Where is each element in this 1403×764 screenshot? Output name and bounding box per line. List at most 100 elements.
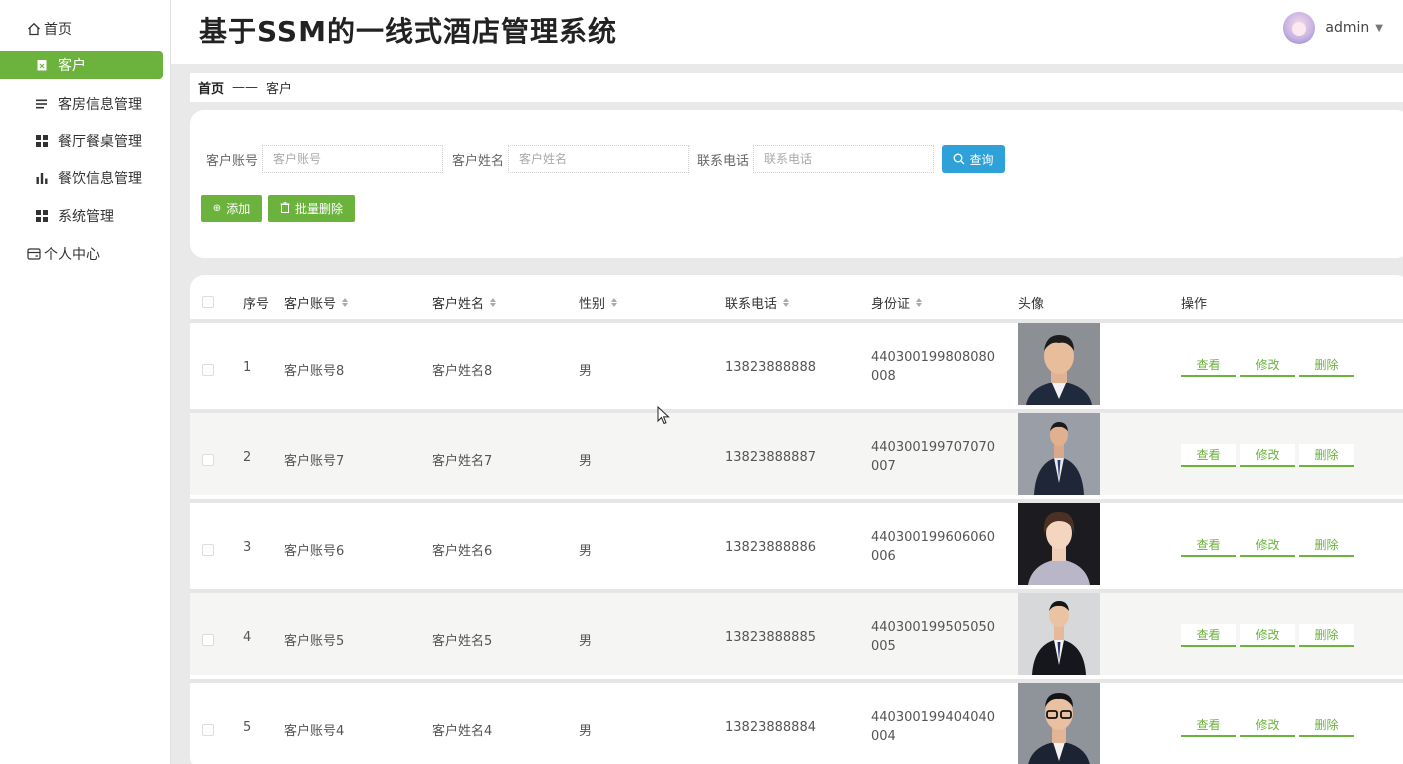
row-index: 2	[243, 450, 252, 465]
view-button[interactable]: 查看	[1181, 714, 1236, 737]
sort-icon	[783, 298, 790, 307]
view-button[interactable]: 查看	[1181, 444, 1236, 467]
phone-input[interactable]	[753, 145, 935, 173]
row-name: 客户姓名7	[432, 454, 493, 469]
row-checkbox[interactable]	[202, 454, 214, 466]
view-button[interactable]: 查看	[1181, 624, 1236, 647]
row-account: 客户账号5	[284, 634, 345, 649]
user-name: admin	[1325, 20, 1370, 36]
breadcrumb-current: 客户	[266, 82, 293, 97]
row-phone: 13823888886	[725, 540, 816, 555]
name-label: 客户姓名	[452, 153, 505, 169]
row-idcard: 440300199606060006	[871, 530, 996, 564]
bar-chart-icon	[35, 171, 49, 185]
row-phone: 13823888888	[725, 360, 816, 375]
row-phone: 13823888887	[725, 450, 816, 465]
name-input[interactable]	[508, 145, 690, 173]
account-input[interactable]	[262, 145, 444, 173]
row-actions: 查看 修改 删除	[1181, 534, 1358, 557]
table-row: 2 客户账号7 客户姓名7 男 13823888887 440300199707…	[190, 409, 1403, 495]
row-account: 客户账号4	[284, 724, 345, 739]
view-button[interactable]: 查看	[1181, 534, 1236, 557]
sidebar-item-customer[interactable]: 客户	[0, 51, 163, 79]
sidebar-item-profile[interactable]: 个人中心	[0, 240, 171, 268]
table-row: 3 客户账号6 客户姓名6 男 13823888886 440300199606…	[190, 499, 1403, 585]
edit-button[interactable]: 修改	[1240, 714, 1295, 737]
row-actions: 查看 修改 删除	[1181, 714, 1358, 737]
search-icon	[953, 153, 965, 165]
delete-button[interactable]: 删除	[1299, 444, 1354, 467]
table-row: 1 客户账号8 客户姓名8 男 13823888888 440300199808…	[190, 319, 1403, 405]
sidebar-item-dining[interactable]: 餐饮信息管理	[0, 164, 171, 192]
edit-button[interactable]: 修改	[1240, 624, 1295, 647]
breadcrumb-home[interactable]: 首页	[198, 78, 224, 97]
col-phone[interactable]: 联系电话	[725, 293, 790, 312]
row-account: 客户账号6	[284, 544, 345, 559]
row-checkbox[interactable]	[202, 364, 214, 376]
row-checkbox[interactable]	[202, 724, 214, 736]
col-index: 序号	[243, 297, 270, 312]
row-actions: 查看 修改 删除	[1181, 444, 1358, 467]
add-button[interactable]: ⊕ 添加	[201, 195, 262, 222]
sidebar-item-label: 客户	[58, 58, 86, 74]
view-button[interactable]: 查看	[1181, 354, 1236, 377]
phone-field: 联系电话	[697, 145, 935, 173]
col-idcard[interactable]: 身份证	[871, 293, 923, 312]
trash-icon	[280, 201, 290, 216]
row-checkbox[interactable]	[202, 634, 214, 646]
row-gender: 男	[579, 634, 593, 649]
row-gender: 男	[579, 454, 593, 469]
row-gender: 男	[579, 544, 593, 559]
delete-button[interactable]: 删除	[1299, 534, 1354, 557]
query-button[interactable]: 查询	[942, 145, 1005, 173]
sidebar-item-home[interactable]: 首页	[0, 15, 171, 43]
row-index: 3	[243, 540, 252, 555]
sidebar-item-label: 首页	[44, 22, 72, 38]
avatar-photo	[1018, 593, 1100, 675]
batch-delete-button[interactable]: 批量删除	[268, 195, 355, 222]
sidebar-item-tables[interactable]: 餐厅餐桌管理	[0, 127, 171, 155]
select-all-checkbox[interactable]	[202, 296, 214, 308]
mouse-cursor-icon	[657, 405, 671, 430]
row-phone: 13823888885	[725, 630, 816, 645]
row-actions: 查看 修改 删除	[1181, 354, 1358, 377]
row-phone: 13823888884	[725, 720, 816, 735]
row-name: 客户姓名5	[432, 634, 493, 649]
delete-button[interactable]: 删除	[1299, 354, 1354, 377]
row-name: 客户姓名8	[432, 364, 493, 379]
table-row: 5 客户账号4 客户姓名4 男 13823888884 440300199404…	[190, 679, 1403, 764]
chevron-down-icon: ▼	[1375, 22, 1383, 34]
avatar-photo	[1018, 323, 1100, 405]
edit-button[interactable]: 修改	[1240, 534, 1295, 557]
card-icon	[27, 247, 41, 261]
row-account: 客户账号7	[284, 454, 345, 469]
sidebar: 首页 客户 客房信息管理 餐厅餐桌管理 餐饮信息管理 系统管理 个人中心	[0, 0, 171, 764]
phone-label: 联系电话	[697, 153, 750, 169]
delete-button[interactable]: 删除	[1299, 624, 1354, 647]
sidebar-item-system[interactable]: 系统管理	[0, 202, 171, 230]
col-gender[interactable]: 性别	[579, 293, 618, 312]
col-account[interactable]: 客户账号	[284, 293, 349, 312]
edit-button[interactable]: 修改	[1240, 354, 1295, 377]
col-actions: 操作	[1181, 297, 1208, 312]
breadcrumb: 首页 —— 客户	[190, 73, 1403, 102]
row-actions: 查看 修改 删除	[1181, 624, 1358, 647]
user-menu[interactable]: admin ▼	[1283, 12, 1383, 44]
delete-button[interactable]: 删除	[1299, 714, 1354, 737]
row-checkbox[interactable]	[202, 544, 214, 556]
row-gender: 男	[579, 724, 593, 739]
sidebar-item-rooms[interactable]: 客房信息管理	[0, 90, 171, 118]
avatar-photo	[1018, 683, 1100, 764]
sort-icon	[342, 298, 349, 307]
sort-icon	[611, 298, 618, 307]
grid-icon	[35, 209, 49, 223]
avatar-photo	[1018, 503, 1100, 585]
plus-circle-icon: ⊕	[212, 203, 222, 214]
customer-table: 序号 客户账号 客户姓名 性别 联系电话 身份证 头像 操作 1 客户账号8 客…	[190, 275, 1403, 764]
row-name: 客户姓名4	[432, 724, 493, 739]
col-name[interactable]: 客户姓名	[432, 293, 497, 312]
edit-button[interactable]: 修改	[1240, 444, 1295, 467]
row-idcard: 440300199707070007	[871, 440, 996, 474]
avatar-photo	[1018, 413, 1100, 495]
row-index: 1	[243, 360, 252, 375]
